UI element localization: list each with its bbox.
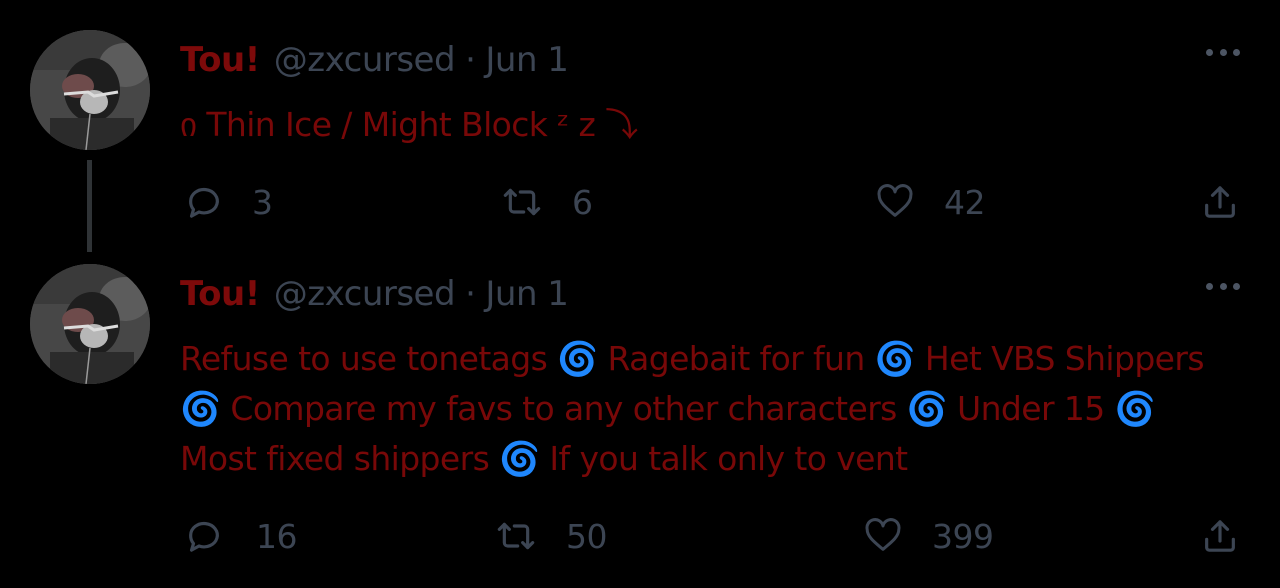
separator-dot: ·	[465, 274, 476, 314]
heart-icon	[865, 518, 901, 551]
more-options-button[interactable]	[1206, 280, 1240, 292]
retweet-button[interactable]: 50	[494, 512, 608, 560]
user-handle[interactable]: @zxcursed	[274, 40, 456, 80]
retweet-count: 6	[572, 182, 593, 222]
tweet-text: ი Thin Ice / Might Block ᶻ z ⤵	[180, 105, 638, 144]
user-handle[interactable]: @zxcursed	[274, 274, 456, 314]
thread-line	[87, 160, 92, 252]
like-button[interactable]: 399	[862, 512, 994, 560]
reply-count: 16	[256, 516, 298, 556]
retweet-arrows-icon	[503, 188, 541, 216]
more-dots-icon	[1206, 282, 1213, 290]
tweet-actions: 16 50 399	[180, 512, 1240, 560]
avatar[interactable]	[30, 264, 150, 384]
more-dots-icon	[1206, 48, 1213, 56]
tweet-actions: 3 6 42	[180, 178, 1240, 226]
avatar-photo-icon	[30, 30, 150, 150]
retweet-arrows-icon	[497, 522, 535, 550]
like-button[interactable]: 42	[874, 178, 986, 226]
retweet-button[interactable]: 6	[500, 178, 593, 226]
share-button[interactable]	[1200, 178, 1240, 226]
share-button[interactable]	[1200, 512, 1240, 560]
reply-count: 3	[252, 182, 273, 222]
reply-button[interactable]: 3	[184, 178, 273, 226]
reply-button[interactable]: 16	[184, 512, 298, 560]
tweet[interactable]: Tou! @zxcursed · Jun 1 Refuse to use ton…	[0, 252, 1280, 588]
like-count: 399	[932, 516, 994, 556]
share-icon	[1205, 520, 1235, 552]
avatar-photo-icon	[30, 264, 150, 384]
tweet-header: Tou! @zxcursed · Jun 1	[180, 270, 569, 318]
tweet-header: Tou! @zxcursed · Jun 1	[180, 36, 569, 84]
avatar[interactable]	[30, 30, 150, 150]
heart-icon	[877, 184, 913, 217]
tweet[interactable]: Tou! @zxcursed · Jun 1 ი Thin Ice / Migh…	[0, 0, 1280, 252]
tweet-date[interactable]: Jun 1	[485, 40, 569, 80]
more-options-button[interactable]	[1206, 46, 1240, 58]
display-name[interactable]: Tou!	[180, 40, 260, 80]
tweet-text: Refuse to use tonetags 🌀 Ragebait for fu…	[180, 339, 1205, 478]
reply-bubble-icon	[189, 187, 219, 218]
share-icon	[1205, 186, 1235, 218]
like-count: 42	[944, 182, 986, 222]
reply-bubble-icon	[189, 521, 219, 552]
display-name[interactable]: Tou!	[180, 274, 260, 314]
retweet-count: 50	[566, 516, 608, 556]
separator-dot: ·	[465, 40, 476, 80]
tweet-date[interactable]: Jun 1	[485, 274, 569, 314]
